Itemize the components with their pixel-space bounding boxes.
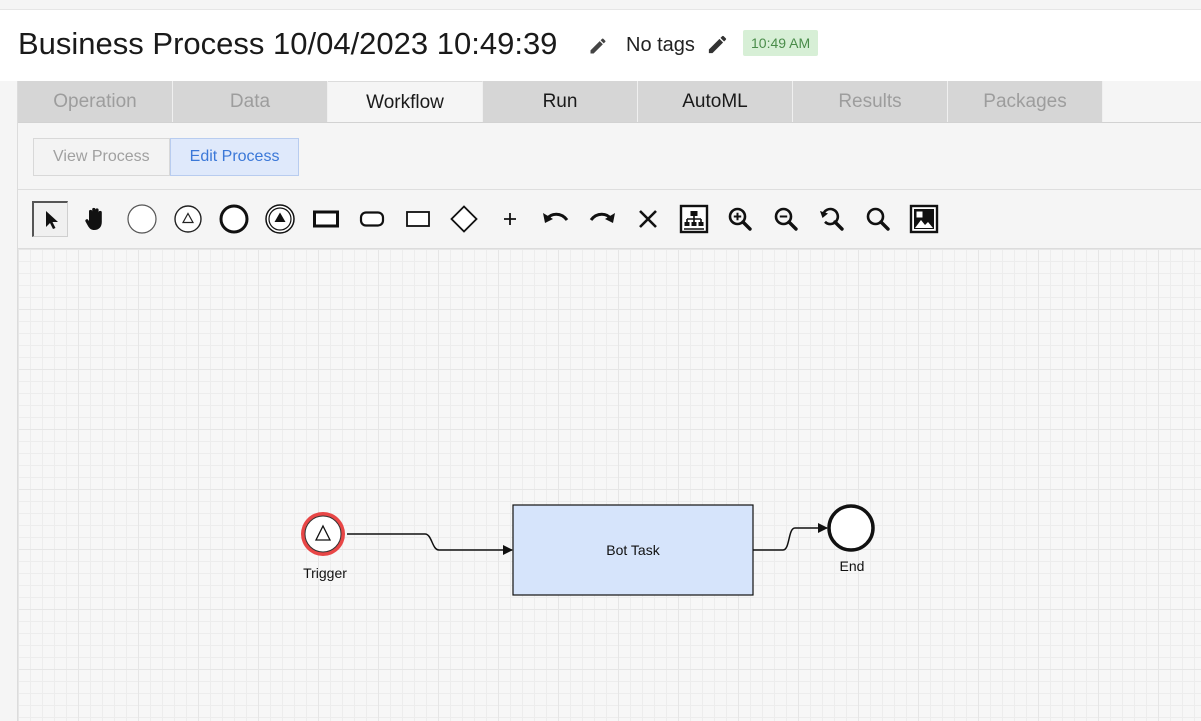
toolbar-top-divider: [18, 189, 1201, 190]
top-strip: [0, 0, 1201, 10]
zoom-out-button[interactable]: [768, 201, 804, 237]
edit-process-button[interactable]: Edit Process: [169, 138, 300, 176]
tab-run[interactable]: Run: [483, 81, 638, 123]
tab-automl[interactable]: AutoML: [638, 81, 793, 123]
edit-tags-pencil-icon[interactable]: [706, 33, 729, 56]
pointer-icon: [45, 210, 58, 229]
delete-icon: [639, 210, 657, 228]
undo-button[interactable]: [538, 201, 574, 237]
bot-task-label: Bot Task: [606, 542, 660, 558]
process-diagram: Trigger Bot Task End: [301, 504, 875, 596]
start-event-tool-button[interactable]: [124, 201, 160, 237]
export-image-button[interactable]: [906, 201, 942, 237]
hand-icon: [85, 207, 102, 230]
tab-results[interactable]: Results: [793, 81, 948, 123]
tab-workflow[interactable]: Workflow: [328, 81, 483, 123]
subprocess-tool-button[interactable]: [400, 201, 436, 237]
tags-label: No tags: [626, 34, 695, 56]
redo-button[interactable]: [584, 201, 620, 237]
zoom-fit-icon: [866, 207, 890, 231]
zoom-in-button[interactable]: [722, 201, 758, 237]
end-signal-event-icon: [265, 204, 295, 234]
time-badge: 10:49 AM: [743, 30, 819, 56]
delete-button[interactable]: [630, 201, 666, 237]
gateway-tool-button[interactable]: [446, 201, 482, 237]
gateway-icon: [450, 205, 478, 233]
add-tool-button[interactable]: [492, 201, 528, 237]
view-process-button[interactable]: View Process: [33, 138, 170, 176]
diagram-toolbar: [32, 199, 1182, 239]
flow-trigger-to-bot-task[interactable]: [347, 533, 513, 555]
zoom-fit-button[interactable]: [860, 201, 896, 237]
trigger-label: Trigger: [303, 565, 347, 581]
zoom-in-icon: [728, 207, 752, 231]
rounded-task-tool-button[interactable]: [354, 201, 390, 237]
hand-tool-button[interactable]: [78, 201, 114, 237]
export-image-icon: [909, 204, 939, 234]
end-event-tool-button[interactable]: [216, 201, 252, 237]
end-label: End: [840, 558, 865, 574]
view-mode-switch: View Process Edit Process: [33, 138, 300, 176]
subprocess-icon: [406, 211, 430, 227]
tab-packages[interactable]: Packages: [948, 81, 1103, 123]
rounded-task-icon: [359, 211, 385, 227]
zoom-reset-icon: [820, 207, 844, 231]
zoom-reset-button[interactable]: [814, 201, 850, 237]
end-signal-event-tool-button[interactable]: [262, 201, 298, 237]
start-signal-event-tool-button[interactable]: [170, 201, 206, 237]
pointer-tool-button[interactable]: [32, 201, 68, 237]
edit-title-pencil-icon[interactable]: [588, 36, 608, 56]
start-event-icon: [127, 204, 157, 234]
zoom-out-icon: [774, 207, 798, 231]
auto-layout-button[interactable]: [676, 201, 712, 237]
end-event-icon: [219, 204, 249, 234]
start-signal-event-icon: [174, 205, 202, 233]
tab-bar: Operation Data Workflow Run AutoML Resul…: [18, 81, 1103, 123]
trigger-node[interactable]: [301, 512, 345, 556]
task-tool-button[interactable]: [308, 201, 344, 237]
flow-bot-task-to-end[interactable]: [753, 523, 828, 551]
tab-divider: [18, 122, 1201, 123]
page-header: Business Process 10/04/2023 10:49:39 No …: [0, 10, 1201, 81]
page-title: Business Process 10/04/2023 10:49:39: [18, 26, 558, 61]
auto-layout-icon: [679, 204, 709, 234]
undo-icon: [543, 212, 569, 223]
tab-data[interactable]: Data: [173, 81, 328, 123]
diagram-canvas[interactable]: Trigger Bot Task End: [18, 249, 1201, 721]
task-icon: [313, 210, 339, 228]
end-node[interactable]: [827, 504, 875, 552]
redo-icon: [589, 212, 615, 223]
add-icon: [504, 213, 516, 225]
main-panel: Operation Data Workflow Run AutoML Resul…: [17, 81, 1201, 721]
tab-operation[interactable]: Operation: [18, 81, 173, 123]
